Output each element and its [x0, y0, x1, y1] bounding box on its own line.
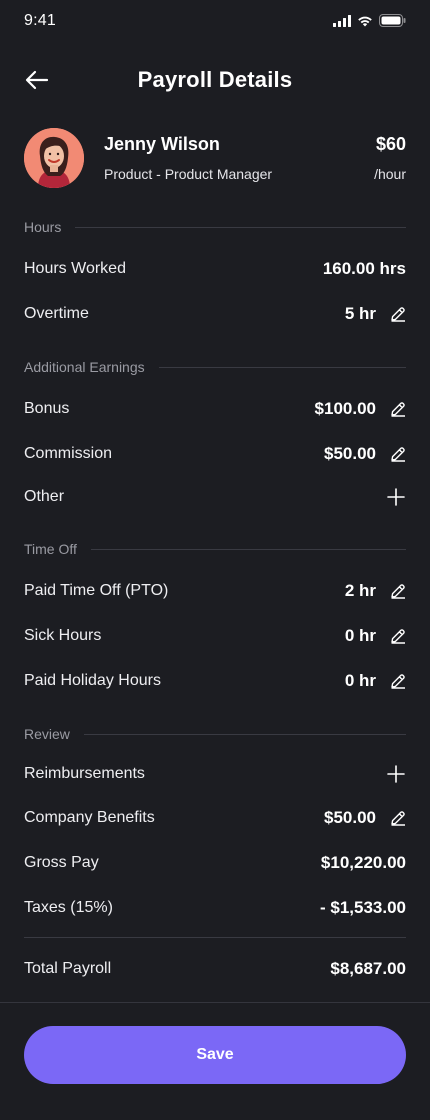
pto-label: Paid Time Off (PTO)	[24, 582, 169, 599]
pencil-icon	[391, 447, 405, 462]
taxes-value: - $1,533.00	[319, 898, 406, 917]
pencil-icon	[391, 629, 405, 644]
header: Payroll Details	[0, 56, 430, 104]
section-label-additional-earnings: Additional Earnings	[24, 359, 145, 375]
row-total-payroll: Total Payroll $8,687.00	[24, 954, 406, 984]
battery-icon	[379, 14, 406, 27]
arrow-left-icon	[25, 70, 49, 90]
section-additional-earnings: Additional Earnings	[24, 357, 406, 377]
row-reimbursements: Reimbursements	[24, 759, 406, 789]
plus-icon	[387, 488, 405, 506]
gross-pay-label: Gross Pay	[24, 854, 99, 871]
pencil-icon	[391, 674, 405, 689]
back-button[interactable]	[24, 68, 50, 92]
row-sick-hours: Sick Hours 0 hr	[24, 621, 406, 651]
other-label: Other	[24, 488, 65, 505]
plus-icon	[387, 765, 405, 783]
status-icons	[333, 14, 406, 27]
row-taxes: Taxes (15%) - $1,533.00	[24, 893, 406, 923]
section-review: Review	[24, 724, 406, 744]
reimbursements-label: Reimbursements	[24, 765, 145, 782]
wifi-icon	[358, 16, 372, 26]
page-title: Payroll Details	[137, 67, 293, 92]
section-label-review: Review	[24, 726, 70, 742]
bonus-label: Bonus	[24, 400, 70, 417]
footer-divider	[0, 1002, 430, 1003]
add-other-button[interactable]	[386, 487, 406, 507]
total-payroll-label: Total Payroll	[24, 960, 112, 977]
gross-pay-value: $10,220.00	[320, 853, 406, 872]
hourly-rate: $60	[375, 134, 406, 154]
pencil-icon	[391, 584, 405, 599]
section-divider	[158, 366, 406, 368]
edit-company-benefits-button[interactable]	[390, 810, 406, 826]
commission-label: Commission	[24, 445, 113, 462]
bonus-value: $100.00	[314, 399, 376, 418]
row-commission: Commission $50.00	[24, 439, 406, 469]
row-pto: Paid Time Off (PTO) 2 hr	[24, 576, 406, 606]
add-reimbursement-button[interactable]	[386, 764, 406, 784]
overtime-value: 5 hr	[344, 304, 376, 323]
avatar-image	[24, 128, 84, 188]
holiday-hours-value: 0 hr	[344, 671, 376, 690]
employee-name: Jenny Wilson	[104, 134, 220, 154]
edit-pto-button[interactable]	[390, 583, 406, 599]
employee-profile: Jenny Wilson Product - Product Manager $…	[24, 128, 406, 188]
section-label-hours: Hours	[24, 219, 62, 235]
hourly-rate-unit: /hour	[374, 166, 406, 182]
row-holiday-hours: Paid Holiday Hours 0 hr	[24, 666, 406, 696]
employee-role: Product - Product Manager	[104, 166, 273, 182]
section-time-off: Time Off	[24, 539, 406, 559]
section-divider	[75, 226, 406, 228]
company-benefits-value: $50.00	[324, 808, 376, 827]
row-hours-worked: Hours Worked 160.00 hrs	[24, 254, 406, 284]
row-other: Other	[24, 482, 406, 512]
pencil-icon	[391, 811, 405, 826]
company-benefits-label: Company Benefits	[24, 809, 155, 826]
row-overtime: Overtime 5 hr	[24, 299, 406, 329]
edit-bonus-button[interactable]	[390, 401, 406, 417]
sick-hours-value: 0 hr	[344, 626, 376, 645]
hours-worked-value: 160.00 hrs	[322, 259, 406, 278]
section-hours: Hours	[24, 217, 406, 237]
status-bar: 9:41	[0, 0, 430, 44]
taxes-label: Taxes (15%)	[24, 899, 113, 916]
section-label-time-off: Time Off	[24, 541, 77, 557]
hours-worked-label: Hours Worked	[24, 260, 126, 277]
edit-commission-button[interactable]	[390, 446, 406, 462]
overtime-label: Overtime	[24, 305, 89, 322]
pencil-icon	[391, 402, 405, 417]
row-gross-pay: Gross Pay $10,220.00	[24, 848, 406, 878]
total-payroll-value: $8,687.00	[330, 959, 406, 978]
edit-holiday-hours-button[interactable]	[390, 673, 406, 689]
sick-hours-label: Sick Hours	[24, 627, 102, 644]
section-divider	[90, 548, 406, 550]
pto-value: 2 hr	[344, 581, 376, 600]
commission-value: $50.00	[324, 444, 376, 463]
row-bonus: Bonus $100.00	[24, 394, 406, 424]
save-button[interactable]: Save	[24, 1026, 406, 1084]
edit-overtime-button[interactable]	[390, 306, 406, 322]
holiday-hours-label: Paid Holiday Hours	[24, 672, 161, 689]
edit-sick-hours-button[interactable]	[390, 628, 406, 644]
status-time: 9:41	[24, 11, 56, 29]
row-company-benefits: Company Benefits $50.00	[24, 803, 406, 833]
avatar	[24, 128, 84, 188]
section-divider	[83, 733, 406, 735]
pencil-icon	[391, 307, 405, 322]
total-divider	[24, 937, 406, 938]
signal-icon	[333, 14, 351, 27]
